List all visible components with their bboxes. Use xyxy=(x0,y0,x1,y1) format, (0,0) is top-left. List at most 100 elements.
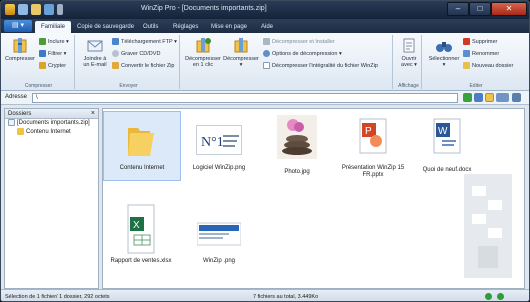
group-label-compresser: Compresser xyxy=(24,83,53,89)
tab-copie-de-sauvegarde[interactable]: Copie de sauvegarde xyxy=(71,21,140,33)
photo-thumbnail xyxy=(277,115,317,159)
folder-icon xyxy=(120,118,164,162)
rename-icon xyxy=(463,50,470,58)
winzip-watermark-icon xyxy=(464,174,512,278)
status-indicator-icon xyxy=(497,293,504,300)
up-folder-icon[interactable] xyxy=(474,93,483,102)
file-item[interactable]: Photo.jpg xyxy=(259,111,335,175)
group-compresser: Compresser Inclure ▾ Filtrer ▾ Crypter C… xyxy=(3,35,75,89)
file-item[interactable]: N°1 Logiciel WinZip.png xyxy=(181,111,257,171)
group-decompresser: Décompresser en 1 clic Décompresser ▾ Dé… xyxy=(183,35,393,89)
extract-icon[interactable] xyxy=(512,93,521,102)
go-icon[interactable] xyxy=(463,93,472,102)
new-folder-icon xyxy=(463,62,470,70)
file-item[interactable]: W Quoi de neuf.docx xyxy=(409,111,485,173)
quick-access-dropdown-icon[interactable] xyxy=(57,4,63,15)
email-button[interactable]: Joindre à un E-mail xyxy=(80,37,110,68)
address-input[interactable]: \ xyxy=(32,93,458,103)
status-indicator-icon xyxy=(485,293,492,300)
select-button[interactable]: Sélectionner ▾ xyxy=(427,37,461,68)
filter-icon xyxy=(39,50,46,58)
group-envoyer: Joindre à un E-mail Téléchargement FTP ▾… xyxy=(78,35,180,89)
decompress-button[interactable]: Décompresser ▾ xyxy=(223,37,259,68)
tab-reglages[interactable]: Réglages xyxy=(167,21,204,33)
tree-item-root[interactable]: [Documents importants.zip] xyxy=(5,119,98,128)
group-label-affichage: Affichage xyxy=(398,83,419,89)
email-icon xyxy=(87,40,103,52)
save-icon[interactable] xyxy=(44,4,54,15)
maximize-button[interactable]: □ xyxy=(469,2,491,16)
image-thumbnail xyxy=(196,219,242,249)
ftp-button[interactable]: Téléchargement FTP ▾ xyxy=(112,38,177,46)
compress-button[interactable]: Compresser xyxy=(5,37,35,62)
convertir-button[interactable]: Convertir le fichier Zip xyxy=(112,62,175,70)
include-icon xyxy=(39,38,46,46)
new-folder-button[interactable]: Nouveau dossier xyxy=(463,62,513,70)
file-item[interactable]: WinZip .png xyxy=(181,203,257,264)
file-item[interactable]: Contenu Internet xyxy=(103,111,181,181)
close-pane-icon[interactable]: × xyxy=(91,109,95,119)
app-window: WinZip Pro - [Documents importants.zip] … xyxy=(0,0,530,302)
decompress-options-button[interactable]: Options de décompression ▾ xyxy=(263,50,342,58)
folder-icon xyxy=(17,128,24,135)
graver-button[interactable]: Graver CD/DVD xyxy=(112,50,160,58)
view-mode-icon[interactable] xyxy=(496,93,509,102)
delete-icon xyxy=(463,38,470,46)
file-item[interactable]: X Rapport de ventes.xlsx xyxy=(103,203,179,264)
options-icon xyxy=(263,50,270,58)
unzip-icon xyxy=(234,38,248,53)
winzip-logo-icon[interactable] xyxy=(5,4,15,15)
tab-familiale[interactable]: Familiale xyxy=(35,21,72,33)
filtrer-button[interactable]: Filtrer ▾ xyxy=(39,50,66,58)
folders-pane: Dossiers × [Documents importants.zip] Co… xyxy=(4,108,99,289)
inclure-button[interactable]: Inclure ▾ xyxy=(39,38,69,46)
group-label-editer: Editer xyxy=(469,83,483,89)
address-bar: Adresse \ xyxy=(1,91,529,105)
rename-button[interactable]: Renommer xyxy=(463,50,499,58)
binoculars-icon xyxy=(436,42,452,52)
svg-text:X: X xyxy=(133,220,140,231)
title-bar: WinZip Pro - [Documents importants.zip] … xyxy=(1,1,529,19)
install-icon xyxy=(263,38,270,46)
open-icon[interactable] xyxy=(31,4,41,15)
decompress-all-button[interactable]: Décompresser l'intégralité du fichier Wi… xyxy=(263,62,378,70)
tab-outils[interactable]: Outils xyxy=(137,21,164,33)
file-item[interactable]: P Présentation WinZip 15 FR.pptx xyxy=(335,111,411,179)
ribbon: Compresser Inclure ▾ Filtrer ▾ Crypter C… xyxy=(1,33,529,91)
folders-header: Dossiers × xyxy=(5,109,98,119)
group-editer: Sélectionner ▾ Supprimer Renommer Nouvea… xyxy=(425,35,527,89)
folder-view-icon[interactable] xyxy=(485,93,494,102)
tree-item-contenu-internet[interactable]: Contenu Internet xyxy=(5,128,98,137)
xlsx-icon: X xyxy=(124,203,158,255)
status-total: 7 fichiers au total, 3.449Ko xyxy=(253,294,319,300)
folders-title: Dossiers xyxy=(8,111,32,117)
lock-icon xyxy=(39,62,46,70)
ribbon-tabs: ▤ ▾ Familiale Copie de sauvegarde Outils… xyxy=(1,19,529,33)
decompress-one-click-button[interactable]: Décompresser en 1 clic xyxy=(185,37,221,68)
decompress-install-button[interactable]: Décompresser et Installer xyxy=(263,38,335,46)
delete-button[interactable]: Supprimer xyxy=(463,38,497,46)
open-with-button[interactable]: Ouvrir avec ▾ xyxy=(397,37,421,68)
svg-text:W: W xyxy=(438,126,448,137)
minimize-button[interactable]: – xyxy=(447,2,469,16)
status-bar: Sélection de 1 fichier/ 1 dossier, 292 o… xyxy=(1,289,529,301)
new-zip-icon[interactable] xyxy=(18,4,28,15)
pptx-icon: P xyxy=(356,117,390,157)
checkbox-icon xyxy=(263,62,270,70)
docx-icon: W xyxy=(430,117,464,157)
group-affichage: Ouvrir avec ▾ Affichage xyxy=(396,35,422,89)
image-thumbnail: N°1 xyxy=(196,125,242,155)
tab-aide[interactable]: Aide xyxy=(255,21,279,33)
svg-text:P: P xyxy=(365,126,372,137)
status-selection: Sélection de 1 fichier/ 1 dossier, 292 o… xyxy=(5,294,110,300)
tab-mise-en-page[interactable]: Mise en page xyxy=(205,21,253,33)
unzip-one-click-icon xyxy=(196,38,211,53)
crypter-button[interactable]: Crypter xyxy=(39,62,66,70)
application-menu-button[interactable]: ▤ ▾ xyxy=(4,20,32,32)
convert-icon xyxy=(112,62,119,70)
disc-icon xyxy=(112,50,119,58)
zip-archive-icon xyxy=(8,119,15,126)
address-label: Adresse xyxy=(5,94,28,100)
group-label-envoyer: Envoyer xyxy=(119,83,138,89)
close-button[interactable]: ✕ xyxy=(491,2,527,16)
